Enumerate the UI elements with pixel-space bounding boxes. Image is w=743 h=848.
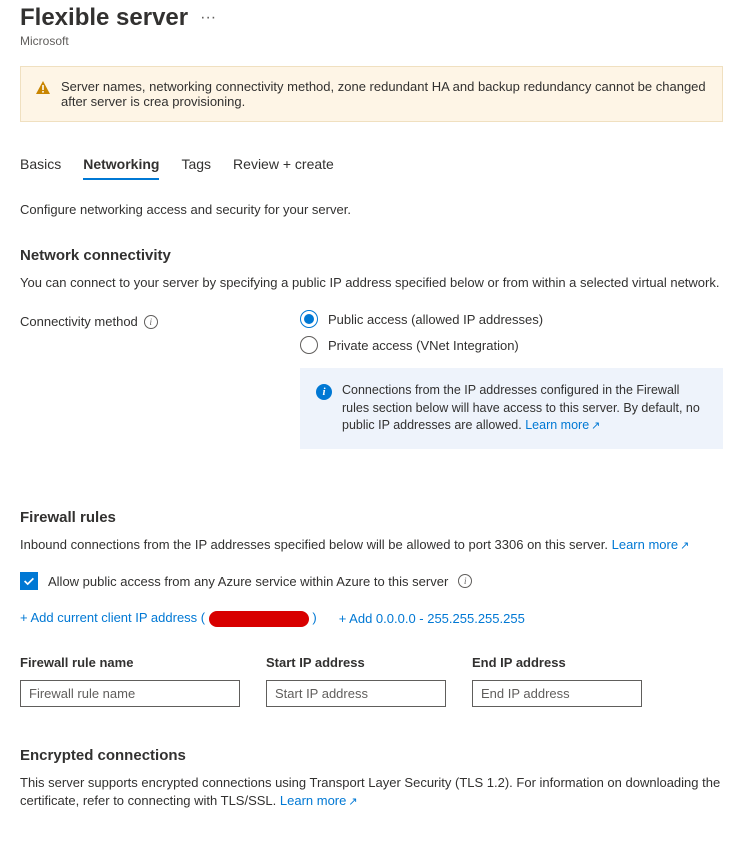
network-heading: Network connectivity	[20, 247, 723, 264]
encrypted-desc: This server supports encrypted connectio…	[20, 774, 723, 811]
info-icon: i	[316, 384, 332, 400]
help-icon[interactable]: i	[458, 574, 472, 588]
external-link-icon: ↗	[348, 795, 357, 810]
encrypted-learn-more-link[interactable]: Learn more↗	[280, 793, 358, 808]
info-text: Connections from the IP addresses config…	[342, 383, 700, 432]
radio-private-access-label: Private access (VNet Integration)	[328, 338, 519, 353]
radio-public-access-label: Public access (allowed IP addresses)	[328, 312, 543, 327]
firewall-learn-more-link[interactable]: Learn more↗	[612, 537, 690, 552]
section-intro: Configure networking access and security…	[20, 202, 723, 217]
fw-start-ip-input[interactable]	[266, 680, 446, 707]
allow-azure-services-checkbox[interactable]	[20, 572, 38, 590]
add-full-range-link[interactable]: + Add 0.0.0.0 - 255.255.255.255	[339, 611, 525, 626]
info-learn-more-link[interactable]: Learn more↗	[525, 418, 600, 432]
radio-private-access[interactable]	[300, 336, 318, 354]
radio-public-access[interactable]	[300, 310, 318, 328]
encrypted-heading: Encrypted connections	[20, 747, 723, 764]
allow-azure-services-label: Allow public access from any Azure servi…	[48, 574, 448, 589]
fw-end-ip-input[interactable]	[472, 680, 642, 707]
tab-basics[interactable]: Basics	[20, 150, 61, 180]
warning-banner: Server names, networking connectivity me…	[20, 66, 723, 122]
connectivity-label: Connectivity method	[20, 314, 138, 329]
page-title: Flexible server	[20, 4, 188, 32]
network-desc: You can connect to your server by specif…	[20, 274, 723, 292]
fw-col-end-header: End IP address	[472, 655, 642, 670]
external-link-icon: ↗	[591, 419, 600, 434]
firewall-table: Firewall rule name Start IP address End …	[20, 655, 723, 707]
firewall-heading: Firewall rules	[20, 509, 723, 526]
fw-rule-name-input[interactable]	[20, 680, 240, 707]
tab-review-create[interactable]: Review + create	[233, 150, 334, 180]
add-client-ip-link[interactable]: + Add current client IP address ( )	[20, 610, 317, 627]
help-icon[interactable]: i	[144, 315, 158, 329]
tab-tags[interactable]: Tags	[181, 150, 211, 180]
tabs: Basics Networking Tags Review + create	[20, 150, 723, 180]
fw-col-name-header: Firewall rule name	[20, 655, 240, 670]
page-subtitle: Microsoft	[20, 34, 723, 48]
more-actions-button[interactable]: ···	[200, 9, 216, 27]
warning-icon	[35, 80, 51, 96]
fw-col-start-header: Start IP address	[266, 655, 446, 670]
warning-text: Server names, networking connectivity me…	[61, 79, 708, 109]
firewall-desc: Inbound connections from the IP addresse…	[20, 536, 723, 554]
redacted-ip	[209, 611, 309, 627]
tab-networking[interactable]: Networking	[83, 150, 159, 180]
info-box: i Connections from the IP addresses conf…	[300, 368, 723, 449]
external-link-icon: ↗	[680, 539, 689, 554]
